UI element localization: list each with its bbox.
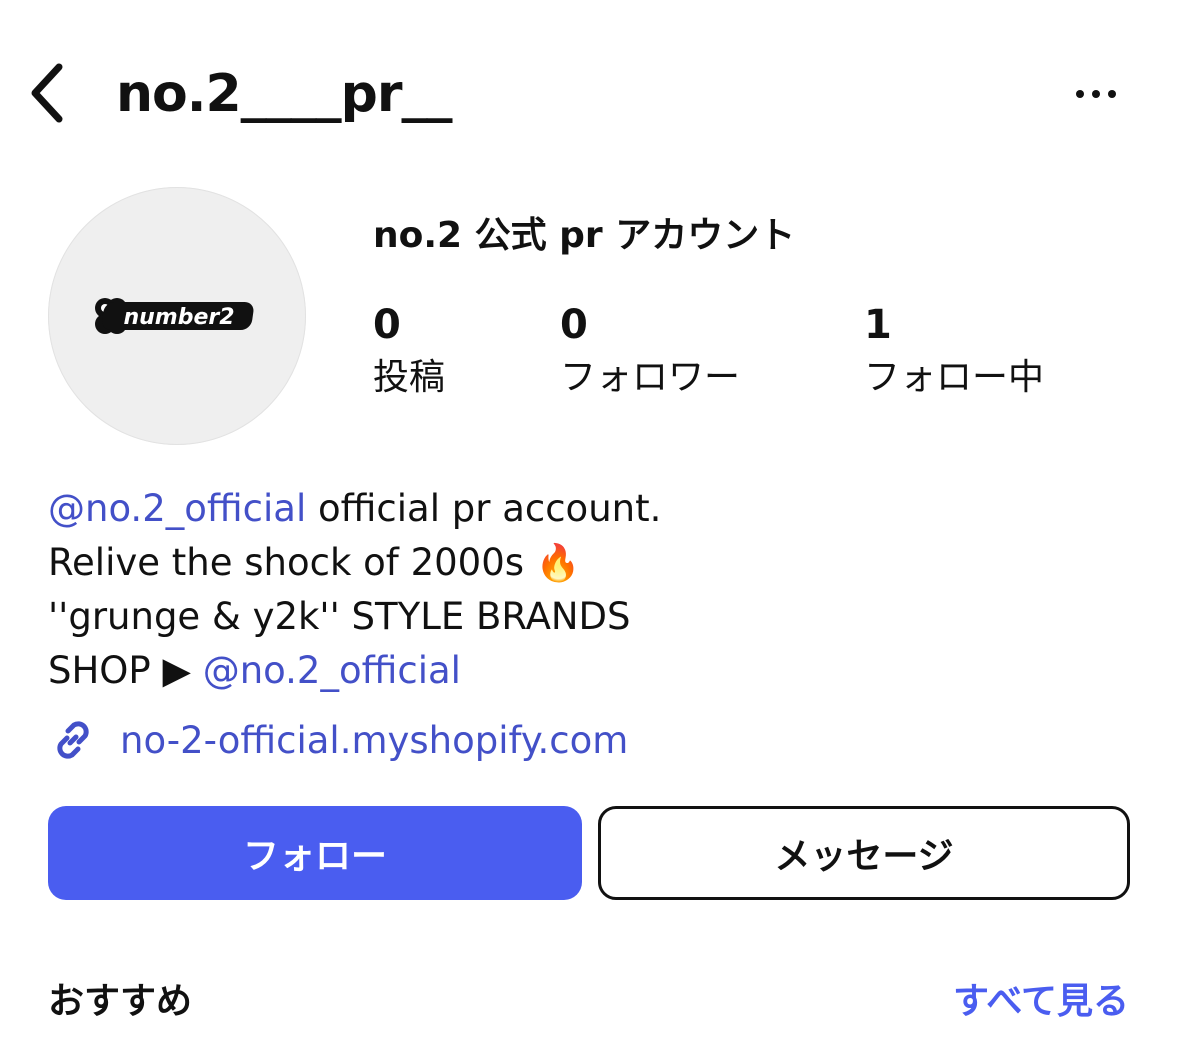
chevron-left-icon xyxy=(31,63,63,123)
ellipsis-horizontal-icon xyxy=(1076,90,1084,98)
following-count: 1 xyxy=(864,302,892,348)
follow-button[interactable]: フォロー xyxy=(48,806,582,900)
followers-count: 0 xyxy=(560,302,588,348)
bio-shop-mention-link[interactable]: @no.2_official xyxy=(203,649,461,692)
fire-emoji-icon: 🔥 xyxy=(535,543,581,584)
svg-text:number2: number2 xyxy=(123,305,234,330)
bio-text: official pr account. xyxy=(306,487,662,530)
link-icon xyxy=(57,721,89,759)
bio: @no.2_official official pr account. Reli… xyxy=(48,482,661,698)
bio-line-4: SHOP ▶ @no.2_official xyxy=(48,644,661,698)
recommended-title: おすすめ xyxy=(48,981,193,1022)
ellipsis-dot xyxy=(1108,90,1116,98)
ellipsis-dot xyxy=(1092,90,1100,98)
stat-following[interactable]: 1 フォロー中 xyxy=(864,300,1044,406)
brand-logo: number2 xyxy=(95,298,254,334)
more-options-button[interactable] xyxy=(1064,72,1128,116)
bio-mention-link[interactable]: @no.2_official xyxy=(48,487,306,530)
posts-label: 投稿 xyxy=(373,357,446,398)
page-title-username: no.2____pr__ xyxy=(116,64,453,124)
bio-line-1: @no.2_official official pr account. xyxy=(48,482,661,536)
bio-line-3: ''grunge & y2k'' STYLE BRANDS xyxy=(48,595,631,638)
posts-count: 0 xyxy=(373,302,401,348)
avatar[interactable]: number2 xyxy=(48,187,306,445)
stat-followers[interactable]: 0 フォロワー xyxy=(560,300,740,406)
bio-text: SHOP ▶ xyxy=(48,649,203,692)
website-link[interactable]: no-2-official.myshopify.com xyxy=(48,712,628,768)
followers-label: フォロワー xyxy=(560,357,741,398)
bio-line-2: Relive the shock of 2000s 🔥 xyxy=(48,536,661,590)
message-button[interactable]: メッセージ xyxy=(598,806,1130,900)
website-link-text: no-2-official.myshopify.com xyxy=(120,718,629,762)
following-label: フォロー中 xyxy=(864,357,1045,398)
stat-posts[interactable]: 0 投稿 xyxy=(373,300,445,406)
bio-text: Relive the shock of 2000s xyxy=(48,541,536,584)
back-button[interactable] xyxy=(22,58,72,128)
display-name: no.2 公式 pr アカウント xyxy=(373,215,796,256)
see-all-link[interactable]: すべて見る xyxy=(953,976,1129,1028)
